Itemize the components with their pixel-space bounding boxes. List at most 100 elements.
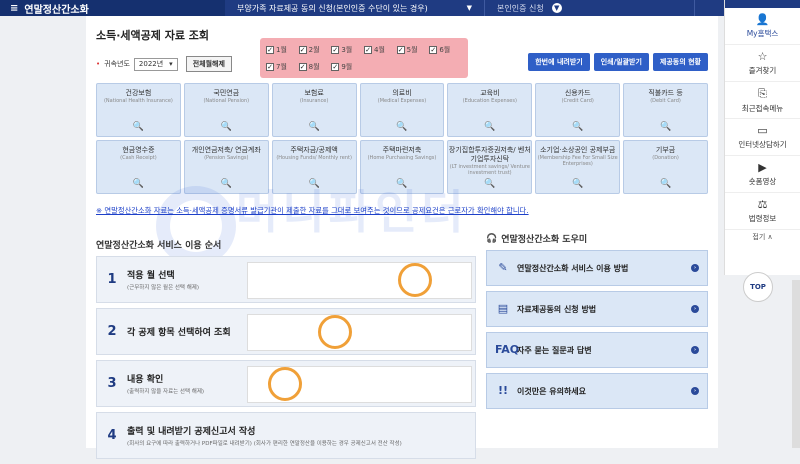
checkbox-checked-icon: ✓ [298, 62, 307, 71]
sidebar-item-consult[interactable]: ▭ 인터넷상담하기 [725, 119, 800, 156]
highlight-circle [398, 263, 432, 297]
category-card[interactable]: 직불카드 등 (Debit Card) 🔍 [623, 83, 708, 137]
month-checkbox[interactable]: ✓ 6월 [429, 42, 462, 57]
checkbox-checked-icon: ✓ [266, 62, 274, 71]
guide-steps: 1 적용 월 선택 (근무하지 않은 월은 선택 해제) 2 각 공제 항목 선택… [96, 256, 476, 464]
category-english: (Home Purchasing Savings) [367, 155, 437, 161]
step-number: 4 [107, 428, 117, 443]
faq-icon: FAQ [495, 343, 520, 356]
checkbox-checked-icon: ✓ [331, 45, 340, 54]
month-label: 4월 [374, 45, 385, 54]
month-checkbox[interactable]: ✓ 3월 [331, 42, 364, 57]
search-icon: 🔍 [396, 122, 408, 132]
month-checkbox[interactable]: ✓ 7월 [266, 59, 299, 74]
month-checkbox[interactable]: ✓ 2월 [298, 42, 332, 57]
checkbox-checked-icon: ✓ [298, 45, 307, 54]
menu-toggle[interactable]: ≡ 연말정산간소화 [0, 0, 225, 16]
category-card[interactable]: 기부금 (Donation) 🔍 [623, 140, 708, 194]
category-card[interactable]: 개인연금저축/ 연금계좌 (Pension Savings) 🔍 [183, 140, 269, 194]
user-icon: 👤 [755, 13, 770, 26]
category-title: 개인연금저축/ 연금계좌 [191, 146, 261, 154]
step-1: 1 적용 월 선택 (근무하지 않은 월은 선택 해제) [96, 256, 476, 303]
page-title: 소득·세액공제 자료 조회 [96, 29, 210, 42]
category-card[interactable]: 신용카드 (Credit Card) 🔍 [535, 83, 621, 137]
step-title: 적용 월 선택 [127, 271, 175, 281]
category-card[interactable]: 현금영수증 (Cash Receipt) 🔍 [96, 140, 181, 194]
helper-item-label: 자주 묻는 질문과 답변 [517, 345, 592, 355]
play-icon: ▶ [758, 161, 767, 174]
monitor-icon: ▭ [757, 124, 768, 137]
scrollbar[interactable] [792, 280, 800, 448]
step-number: 1 [107, 272, 117, 287]
category-english: (Medical Expenses) [377, 98, 427, 104]
step-number: 3 [107, 376, 117, 391]
sidebar-item-my-hometax[interactable]: 👤 My홈택스 [725, 8, 800, 45]
document-edit-icon: ✎ [498, 261, 508, 274]
quick-sidebar: 👤 My홈택스 ☆ 즐겨찾기 ⎘ 최근접속메뉴 ▭ 인터넷상담하기 ▶ 숏폼영상 ⚖ 법령정… [724, 0, 800, 275]
helper-item-usage[interactable]: ✎ 연말정산간소화 서비스 이용 방법 › [486, 250, 708, 286]
step-title: 각 공제 항목 선택하여 조회 [127, 328, 231, 338]
month-checkbox[interactable]: ✓ 5월 [396, 42, 430, 57]
sidebar-item-video[interactable]: ▶ 숏폼영상 [725, 156, 800, 193]
recent-icon: ⎘ [758, 86, 767, 100]
category-card[interactable]: 교육비 (Education Expenses) 🔍 [447, 83, 533, 137]
helper-header: 🎧 연말정산간소화 도우미 [486, 232, 587, 246]
month-checkbox[interactable]: ✓ 1월 [266, 42, 299, 57]
category-title: 직불카드 등 [648, 89, 683, 97]
month-checkbox[interactable]: ✓ 9월 [331, 59, 364, 74]
step-number: 2 [107, 324, 117, 339]
sidebar-item-law[interactable]: ⚖ 법령정보 [725, 193, 800, 230]
chevron-down-icon: ▼ [466, 4, 472, 12]
action-button[interactable]: 제공동의 현황 [652, 53, 708, 71]
category-title: 주택자금/공제액 [290, 146, 338, 154]
year-select[interactable]: 2022년 ▾ [133, 57, 178, 71]
notice-text[interactable]: ※ 연말정산간소화 자료는 소득·세액공제 증명서류 발급기관이 제출한 자료를… [96, 206, 529, 216]
category-english: (Insurance) [299, 98, 329, 104]
action-button[interactable]: 인쇄/일괄받기 [593, 53, 649, 71]
helper-item-label: 이것만은 유의하세요 [517, 386, 587, 396]
category-card[interactable]: 소기업·소상공인 공제부금 (Membership Fee For Small S… [535, 140, 621, 194]
step-illustration [247, 314, 472, 351]
breadcrumb-item-auth[interactable]: 본인인증 신청 ▼ [485, 0, 695, 16]
category-title: 신용카드 [564, 89, 591, 97]
sidebar-item-recent[interactable]: ⎘ 최근접속메뉴 [725, 82, 800, 119]
action-button[interactable]: 한번에 내려받기 [528, 53, 590, 71]
exclamation-icon: !! [497, 384, 509, 397]
month-label: 5월 [406, 45, 418, 54]
arrow-right-icon: › [691, 387, 699, 395]
category-card[interactable]: 주택마련저축 (Home Purchasing Savings) 🔍 [359, 140, 445, 194]
sidebar-item-label: 숏폼영상 [748, 177, 777, 186]
month-checkbox[interactable]: ✓ 4월 [364, 42, 397, 57]
sidebar-fold-button[interactable]: 접기 ∧ [725, 230, 800, 244]
menu-title: 연말정산간소화 [24, 4, 89, 16]
search-icon: 🔍 [659, 122, 672, 132]
category-english: (National Pension) [203, 98, 250, 104]
headset-icon: 🎧 [486, 233, 498, 244]
category-card[interactable]: 보험료 (Insurance) 🔍 [271, 83, 357, 137]
step-3: 3 내용 확인 (출력하지 않을 자료는 선택 해제) [96, 360, 476, 407]
helper-item-caution[interactable]: !! 이것만은 유의하세요 › [486, 373, 708, 409]
step-title: 내용 확인 [127, 375, 164, 385]
category-card[interactable]: 의료비 (Medical Expenses) 🔍 [359, 83, 445, 137]
year-value: 2022년 [138, 60, 164, 68]
category-card[interactable]: 국민연금 (National Pension) 🔍 [183, 83, 269, 137]
select-all-months-button[interactable]: 전체월해제 [185, 56, 232, 72]
checkbox-checked-icon: ✓ [429, 45, 438, 54]
category-card[interactable]: 주택자금/공제액 (Housing Funds/ Monthly rent) 🔍 [271, 140, 357, 194]
category-title: 교육비 [480, 89, 500, 97]
category-card[interactable]: 건강보험 (National Health Insurance) 🔍 [96, 83, 181, 137]
year-controls: • 귀속년도 2022년 ▾ 전체월해제 [96, 56, 232, 72]
search-icon: 🔍 [308, 179, 320, 189]
hamburger-icon: ≡ [10, 2, 19, 14]
breadcrumb-item-consent[interactable]: 부양가족 자료제공 동의 신청(본인인증 수단이 있는 경우) ▼ [225, 0, 485, 16]
checkbox-checked-icon: ✓ [266, 45, 274, 54]
step-subtitle: (근무하지 않은 월은 선택 해제) [127, 285, 200, 291]
month-checkbox[interactable]: ✓ 8월 [298, 59, 332, 74]
category-title: 기부금 [655, 146, 676, 154]
sidebar-item-favorites[interactable]: ☆ 즐겨찾기 [725, 45, 800, 82]
scroll-top-button[interactable]: TOP [743, 272, 773, 302]
category-card[interactable]: 장기집합투자증권저축/ 벤처기업투자신탁 (LT investment savin… [447, 140, 533, 194]
step-2: 2 각 공제 항목 선택하여 조회 [96, 308, 476, 355]
helper-item-faq[interactable]: FAQ 자주 묻는 질문과 답변 › [486, 332, 708, 368]
helper-item-consent[interactable]: ▤ 자료제공동의 신청 방법 › [486, 291, 708, 327]
